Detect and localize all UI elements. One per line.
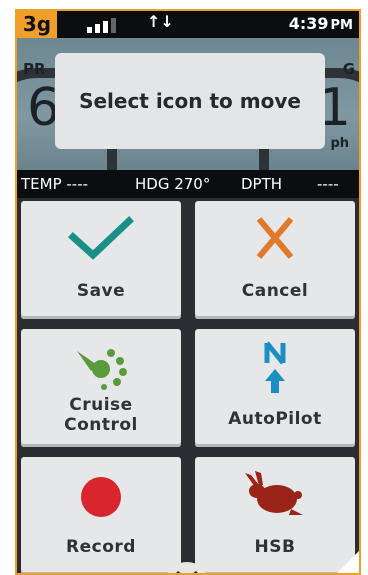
status-bar: 3g ↑↓ 4:39 PM [17,11,359,38]
heading-readout: HDG 270° [135,175,211,193]
cancel-label: Cancel [241,281,309,301]
clock-ampm: PM [330,18,353,33]
hsb-label: HSB [254,537,296,557]
data-transfer-icon: ↑↓ [147,12,174,31]
right-gauge-label: G [342,60,355,78]
cruise-control-label: Cruise Control [64,395,138,435]
gauge-panel: PR 6 G 1 ph Select icon to move [17,38,359,170]
toast-message: Select icon to move [55,53,325,149]
autopilot-tile[interactable]: AutoPilot [195,329,355,447]
save-label: Save [76,281,126,301]
clock: 4:39 PM [289,14,353,33]
temp-readout: TEMP ---- [21,175,89,193]
scroll-down-button[interactable] [165,562,209,573]
save-tile[interactable]: Save [21,201,181,319]
autopilot-icon [195,341,355,393]
cruise-control-icon [21,341,181,393]
network-badge: 3g [17,11,57,38]
left-gauge-label: PR [23,60,46,78]
autopilot-label: AutoPilot [228,409,322,429]
record-tile[interactable]: Record [21,457,181,573]
record-label: Record [66,537,136,557]
checkmark-icon [21,213,181,265]
depth-readout-label: DPTH [241,175,283,193]
action-grid: Save Cancel Cruise Control AutoPilot Rec… [17,198,359,573]
device-screen: 3g ↑↓ 4:39 PM PR 6 G 1 ph Select icon to … [15,9,361,575]
readout-bar: TEMP ---- HDG 270° DPTH ---- [17,170,359,198]
hsb-tile[interactable]: HSB [195,457,355,573]
record-icon [21,469,181,521]
cancel-tile[interactable]: Cancel [195,201,355,319]
right-gauge-unit: ph [330,136,349,151]
signal-bars-icon [87,17,127,33]
close-icon [195,213,355,265]
depth-readout-value: ---- [317,175,339,193]
chevron-down-icon [176,570,198,573]
clock-time: 4:39 [288,14,329,33]
cruise-control-tile[interactable]: Cruise Control [21,329,181,447]
device-corner [335,549,359,573]
rabbit-icon [195,469,355,521]
